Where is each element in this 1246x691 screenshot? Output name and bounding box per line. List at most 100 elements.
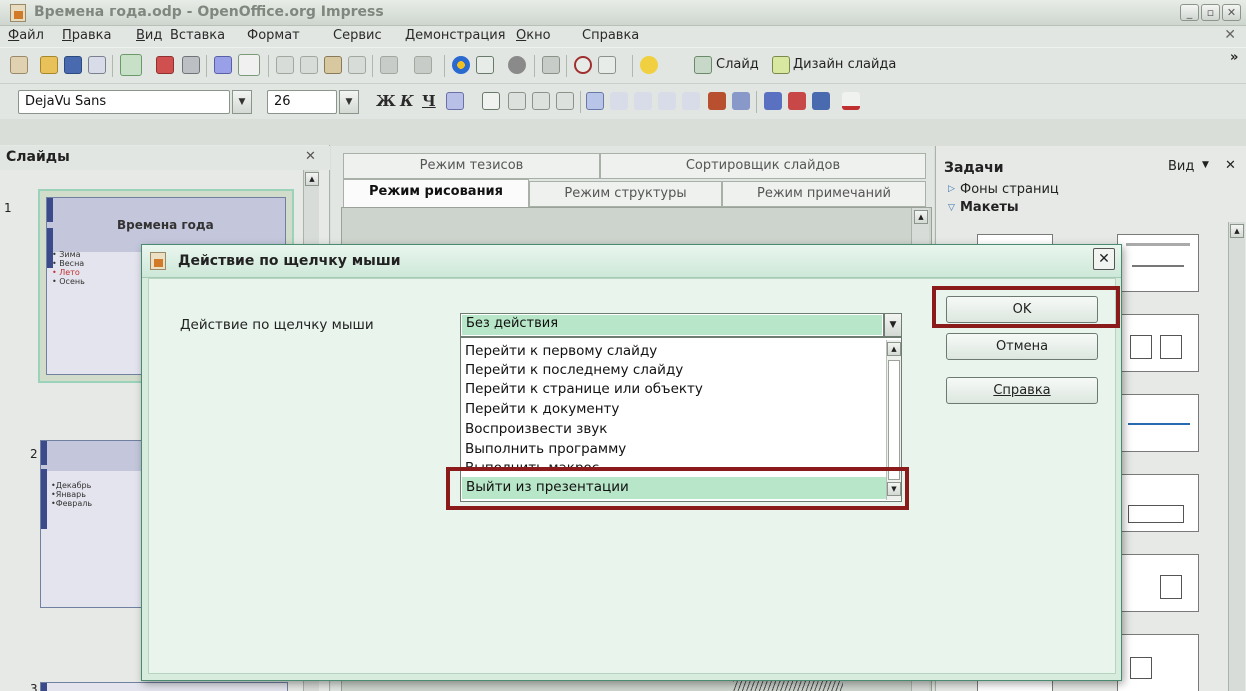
autospellcheck-icon[interactable] (238, 54, 260, 76)
chart-icon[interactable] (452, 56, 470, 74)
character-icon[interactable] (764, 92, 782, 110)
spellcheck-icon[interactable] (214, 56, 232, 74)
bullets-icon[interactable] (586, 92, 604, 110)
clone-format-icon[interactable] (348, 56, 366, 74)
menu-file[interactable]: Файл (8, 28, 44, 43)
decrease-font-icon[interactable] (732, 92, 750, 110)
font-name-box[interactable]: DejaVu Sans (18, 90, 230, 114)
tasks-view-menu[interactable]: Вид (1168, 159, 1194, 174)
layout-title-clipart-text[interactable] (1117, 554, 1199, 612)
font-color-icon[interactable] (842, 92, 860, 110)
cut-icon[interactable] (276, 56, 294, 74)
underline-button[interactable]: Ч (422, 92, 436, 110)
menu-view[interactable]: Вид (136, 28, 162, 43)
layout-title-only[interactable] (1117, 234, 1199, 292)
list-item[interactable]: Перейти к документу (465, 401, 619, 417)
layout-title-chart[interactable] (1117, 474, 1199, 532)
italic-button[interactable]: К (400, 92, 414, 110)
tasks-scrollbar[interactable]: ▲ (1228, 222, 1245, 691)
layout-title-two-content[interactable] (1117, 314, 1199, 372)
font-size-box[interactable]: 26 (267, 90, 337, 114)
action-select[interactable]: Без действия (460, 313, 884, 337)
menu-window[interactable]: Окно (516, 28, 551, 43)
slide-thumbnail-3[interactable] (40, 682, 288, 691)
menu-format[interactable]: Формат (247, 28, 300, 43)
list-item[interactable]: Перейти к первому слайду (465, 343, 657, 359)
scroll-thumb[interactable] (888, 360, 900, 480)
gallery-icon[interactable] (508, 56, 526, 74)
export-pdf-icon[interactable] (156, 56, 174, 74)
align-center-icon[interactable] (508, 92, 526, 110)
menu-help[interactable]: Справка (582, 28, 639, 43)
email-icon[interactable] (88, 56, 106, 74)
close-window-button[interactable]: ✕ (1222, 4, 1241, 21)
align-left-icon[interactable] (482, 92, 500, 110)
close-document-icon[interactable]: ✕ (1224, 27, 1236, 43)
navigator-icon[interactable] (574, 56, 592, 74)
move-down-icon[interactable] (682, 92, 700, 110)
slide-design-label[interactable]: Дизайн слайда (793, 57, 896, 72)
tab-normal[interactable]: Режим рисования (343, 179, 529, 207)
align-right-icon[interactable] (532, 92, 550, 110)
move-up-icon[interactable] (658, 92, 676, 110)
paste-icon[interactable] (324, 56, 342, 74)
undo-icon[interactable] (380, 56, 398, 74)
tab-notes-structure[interactable]: Режим структуры (529, 181, 722, 207)
bullets-numbering-icon[interactable] (812, 92, 830, 110)
new-slide-icon[interactable] (694, 56, 712, 74)
tab-outline[interactable]: Режим тезисов (343, 153, 600, 179)
expand-arrow-icon[interactable]: ▷ (948, 184, 955, 194)
slide-design-icon[interactable] (772, 56, 790, 74)
tab-slide-sorter[interactable]: Сортировщик слайдов (600, 153, 926, 179)
maximize-button[interactable]: ▫ (1201, 4, 1220, 21)
chevron-down-icon[interactable]: ▼ (1202, 160, 1209, 170)
new-document-icon[interactable] (10, 56, 28, 74)
table-icon[interactable] (476, 56, 494, 74)
toolbar-overflow-icon[interactable]: » (1230, 50, 1238, 65)
print-icon[interactable] (182, 56, 200, 74)
grid-icon[interactable] (542, 56, 560, 74)
minimize-button[interactable]: _ (1180, 4, 1199, 21)
edit-file-icon[interactable] (120, 54, 142, 76)
open-icon[interactable] (40, 56, 58, 74)
list-item[interactable]: Выполнить программу (465, 441, 626, 457)
menu-tools[interactable]: Сервис (333, 28, 382, 43)
justify-icon[interactable] (556, 92, 574, 110)
tasks-pane-close-icon[interactable]: ✕ (1225, 158, 1236, 173)
tab-notes[interactable]: Режим примечаний (722, 181, 926, 207)
promote-icon[interactable] (610, 92, 628, 110)
cancel-button[interactable]: Отмена (946, 333, 1098, 360)
slides-pane-close-icon[interactable]: ✕ (305, 149, 316, 164)
help-icon[interactable] (640, 56, 658, 74)
menu-slideshow[interactable]: Демонстрация (405, 28, 505, 43)
save-icon[interactable] (64, 56, 82, 74)
scroll-up-arrow-icon[interactable]: ▲ (914, 210, 928, 224)
paragraph-icon[interactable] (788, 92, 806, 110)
master-pages-section[interactable]: Фоны страниц (960, 182, 1059, 197)
collapse-arrow-icon[interactable]: ▽ (948, 203, 955, 213)
shadow-icon[interactable] (446, 92, 464, 110)
list-item[interactable]: Воспроизвести звук (465, 421, 607, 437)
new-slide-label[interactable]: Слайд (716, 57, 759, 72)
bold-button[interactable]: Ж (376, 92, 396, 110)
dialog-close-button[interactable]: ✕ (1093, 248, 1115, 270)
scroll-up-arrow-icon[interactable]: ▲ (1230, 224, 1244, 238)
list-item[interactable]: Перейти к странице или объекту (465, 381, 703, 397)
scroll-up-arrow-icon[interactable]: ▲ (305, 172, 319, 186)
font-name-dropdown[interactable]: ▼ (232, 90, 252, 114)
demote-icon[interactable] (634, 92, 652, 110)
font-size-dropdown[interactable]: ▼ (339, 90, 359, 114)
menu-edit[interactable]: Правка (62, 28, 111, 43)
layout-centered-text[interactable] (1117, 394, 1199, 452)
list-item[interactable]: Перейти к последнему слайду (465, 362, 683, 378)
help-button[interactable]: Справка (946, 377, 1098, 404)
menu-insert[interactable]: Вставка (170, 28, 225, 43)
layouts-section[interactable]: Макеты (960, 200, 1019, 215)
copy-icon[interactable] (300, 56, 318, 74)
increase-font-icon[interactable] (708, 92, 726, 110)
layout-text-clipart[interactable] (1117, 634, 1199, 691)
zoom-icon[interactable] (598, 56, 616, 74)
scroll-up-arrow-icon[interactable]: ▲ (887, 342, 901, 356)
redo-icon[interactable] (414, 56, 432, 74)
action-select-dropdown-icon[interactable]: ▼ (884, 313, 902, 337)
